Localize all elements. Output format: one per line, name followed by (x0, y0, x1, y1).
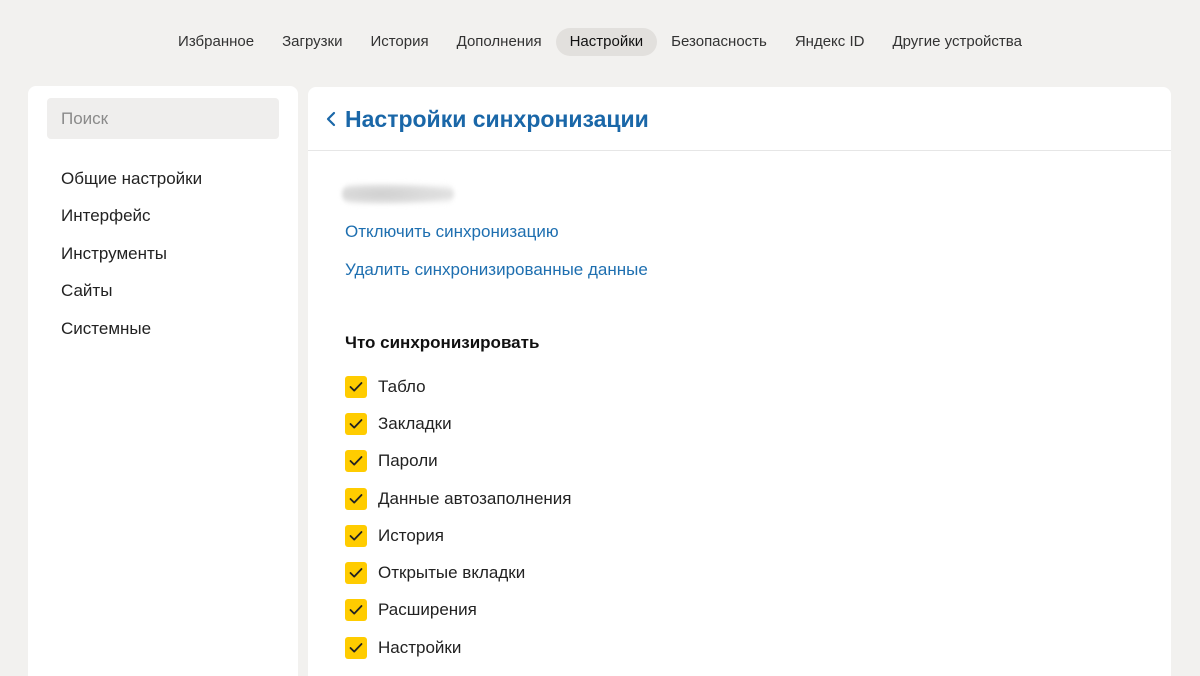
sidebar-menu: Общие настройки Интерфейс Инструменты Са… (61, 168, 202, 355)
tab-downloads[interactable]: Загрузки (268, 28, 356, 56)
checkbox-label: Табло (378, 376, 426, 396)
top-navigation-tabs: Избранное Загрузки История Дополнения На… (0, 28, 1200, 56)
sync-section-title: Что синхронизировать (345, 333, 540, 352)
tab-favorites[interactable]: Избранное (164, 28, 268, 56)
tab-security[interactable]: Безопасность (657, 28, 781, 56)
checkbox-checked-icon[interactable] (345, 450, 367, 473)
checkbox-checked-icon[interactable] (345, 524, 367, 547)
checkbox-checked-icon[interactable] (345, 412, 367, 435)
page-header: Настройки синхронизации (308, 87, 1171, 151)
sidebar-item-system[interactable]: Системные (61, 318, 202, 355)
account-avatar-blurred (342, 183, 454, 205)
sidebar-item-interface[interactable]: Интерфейс (61, 205, 202, 242)
checkbox-label: Данные автозаполнения (378, 488, 572, 508)
sync-checkbox-passwords[interactable]: Пароли (345, 443, 572, 480)
sync-checkbox-history[interactable]: История (345, 517, 572, 554)
sync-checkbox-tablo[interactable]: Табло (345, 368, 572, 405)
checkbox-checked-icon[interactable] (345, 636, 367, 659)
checkbox-label: Пароли (378, 451, 438, 471)
tab-other-devices[interactable]: Другие устройства (878, 28, 1035, 56)
tab-yandex-id[interactable]: Яндекс ID (781, 28, 879, 56)
tab-addons[interactable]: Дополнения (443, 28, 556, 56)
checkbox-label: История (378, 525, 444, 545)
search-input[interactable] (47, 98, 279, 139)
checkbox-label: Настройки (378, 637, 462, 657)
settings-sidebar: Общие настройки Интерфейс Инструменты Са… (28, 86, 298, 676)
sidebar-item-tools[interactable]: Инструменты (61, 243, 202, 280)
sync-checkbox-settings[interactable]: Настройки (345, 629, 572, 666)
settings-main-panel: Настройки синхронизации Отключить синхро… (308, 87, 1171, 676)
checkbox-checked-icon[interactable] (345, 375, 367, 398)
sync-checkbox-open-tabs[interactable]: Открытые вкладки (345, 554, 572, 591)
checkbox-checked-icon[interactable] (345, 562, 367, 585)
sync-checkbox-bookmarks[interactable]: Закладки (345, 405, 572, 442)
checkbox-checked-icon[interactable] (345, 487, 367, 510)
tab-settings[interactable]: Настройки (555, 28, 658, 56)
checkbox-label: Закладки (378, 413, 452, 433)
page-title: Настройки синхронизации (345, 105, 649, 132)
checkbox-label: Расширения (378, 600, 477, 620)
checkbox-label: Открытые вкладки (378, 563, 526, 583)
sidebar-item-general[interactable]: Общие настройки (61, 168, 202, 205)
sync-checkbox-extensions[interactable]: Расширения (345, 592, 572, 629)
sync-checkbox-list: Табло Закладки Пароли Данные автозаполне… (345, 368, 572, 666)
checkbox-checked-icon[interactable] (345, 599, 367, 622)
delete-synced-data-link[interactable]: Удалить синхронизированные данные (345, 259, 648, 281)
sync-checkbox-autofill[interactable]: Данные автозаполнения (345, 480, 572, 517)
chevron-left-icon[interactable] (322, 107, 340, 131)
disable-sync-link[interactable]: Отключить синхронизацию (345, 221, 559, 243)
sidebar-item-sites[interactable]: Сайты (61, 280, 202, 317)
tab-history[interactable]: История (356, 28, 442, 56)
